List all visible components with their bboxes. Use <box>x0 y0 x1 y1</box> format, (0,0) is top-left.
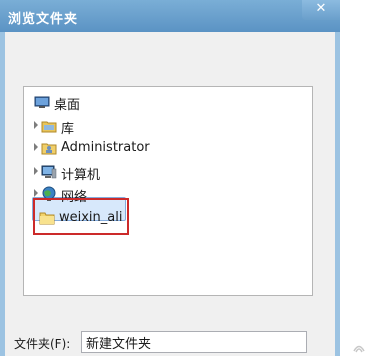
watermark-logo-icon <box>353 345 365 353</box>
computer-icon <box>41 165 57 179</box>
tree-item-desktop[interactable]: 桌面 <box>24 93 310 113</box>
title-bar: 浏览文件夹 ✕ <box>0 0 340 32</box>
browse-folder-dialog: 浏览文件夹 ✕ 桌面 库 Administrator 计算机 网络 weixin… <box>0 0 368 356</box>
close-icon: ✕ <box>315 1 327 16</box>
expand-arrow-icon[interactable] <box>34 143 38 151</box>
expand-arrow-icon[interactable] <box>34 167 38 175</box>
expand-arrow-icon[interactable] <box>34 121 38 129</box>
tree-item-label: 计算机 <box>61 168 101 183</box>
desktop-icon <box>34 96 50 108</box>
tree-item-library[interactable]: 库 <box>24 117 310 137</box>
folder-tree[interactable]: 桌面 库 Administrator 计算机 网络 weixin_ali <box>23 86 313 296</box>
dialog-title: 浏览文件夹 <box>8 12 79 27</box>
tree-item-label: Administrator <box>61 140 150 155</box>
tree-item-administrator[interactable]: Administrator <box>24 139 310 157</box>
expand-arrow-icon[interactable] <box>34 189 38 197</box>
annotation-highlight-box <box>33 198 129 235</box>
background-area <box>340 0 368 356</box>
tree-item-label: 桌面 <box>54 98 81 113</box>
user-folder-icon <box>41 143 57 155</box>
window-frame-right <box>335 32 340 356</box>
folder-name-input[interactable] <box>81 331 307 353</box>
close-button[interactable]: ✕ <box>302 0 340 20</box>
tree-item-computer[interactable]: 计算机 <box>24 163 310 183</box>
library-icon <box>41 121 57 133</box>
tree-item-label: 库 <box>61 122 75 137</box>
folder-field-label: 文件夹(F): <box>14 337 71 351</box>
